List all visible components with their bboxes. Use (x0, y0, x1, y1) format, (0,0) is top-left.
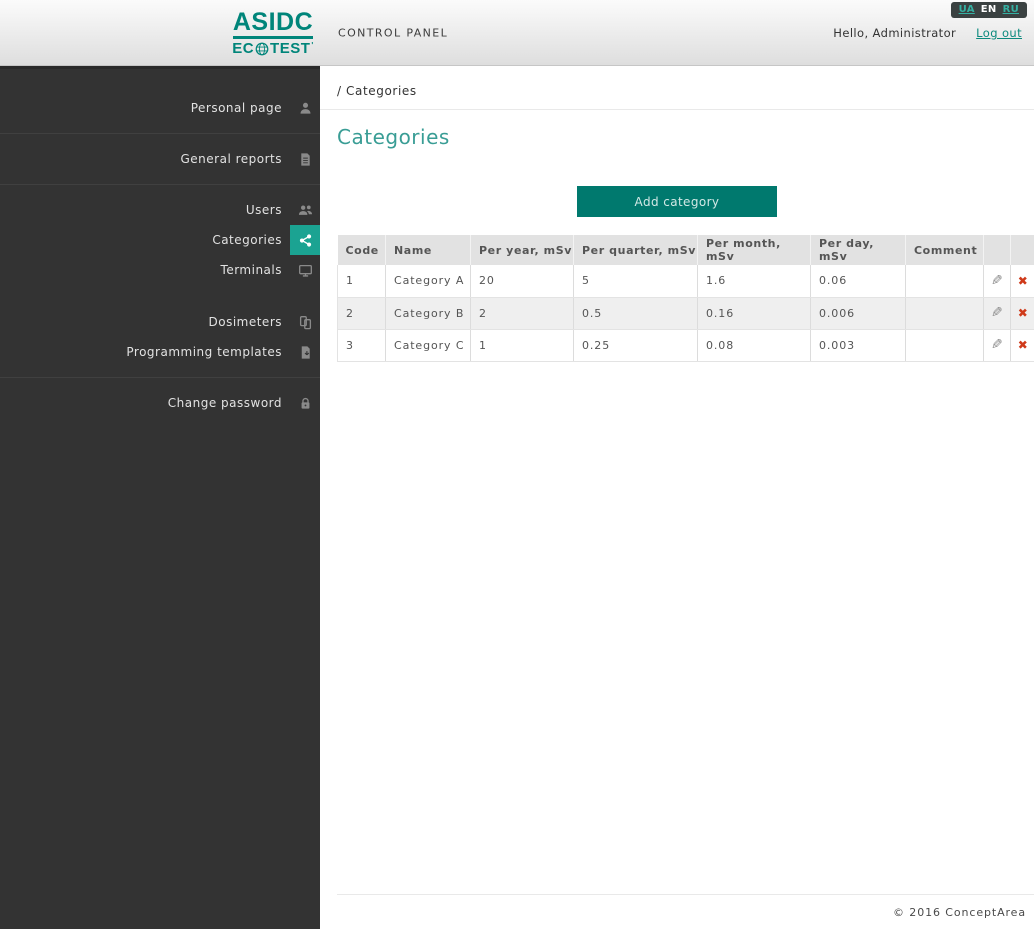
sidebar-item-categories[interactable]: Categories (0, 225, 320, 255)
cell-per-month: 1.6 (697, 265, 811, 298)
logout-link[interactable]: Log out (976, 26, 1022, 40)
col-header-comment: Comment (905, 235, 984, 265)
sidebar-divider (0, 184, 320, 185)
table-header-row: Code Name Per year, mSv Per quarter, mSv… (337, 235, 1034, 265)
sidebar-item-personal-page[interactable]: Personal page (0, 93, 320, 123)
control-panel-label: CONTROL PANEL (338, 26, 449, 39)
table-row: 3 Category C 1 0.25 0.08 0.003 ✎ ✖ (337, 329, 1034, 362)
table-row: 2 Category B 2 0.5 0.16 0.006 ✎ ✖ (337, 297, 1034, 330)
col-header-per-year: Per year, mSv (470, 235, 574, 265)
cell-code: 2 (337, 297, 386, 330)
col-header-per-quarter: Per quarter, mSv (573, 235, 698, 265)
cell-per-quarter: 0.5 (573, 297, 698, 330)
sidebar-item-terminals[interactable]: Terminals (0, 255, 320, 285)
cell-per-month: 0.16 (697, 297, 811, 330)
cell-name: Category B (385, 297, 471, 330)
sidebar-item-dosimeters[interactable]: Dosimeters (0, 307, 320, 337)
col-header-code: Code (337, 235, 386, 265)
cell-per-year: 1 (470, 329, 574, 362)
main-content: / Categories Categories Add category Cod… (320, 66, 1034, 929)
cell-name: Category A (385, 265, 471, 298)
cell-per-day: 0.003 (810, 329, 906, 362)
logo-trademark: ' (311, 41, 314, 50)
report-icon (300, 152, 310, 166)
cell-code: 3 (337, 329, 386, 362)
cell-name: Category C (385, 329, 471, 362)
col-header-name: Name (385, 235, 471, 265)
col-header-per-day: Per day, mSv (810, 235, 906, 265)
header: ASIDC EC TEST ' CONTROL PANEL Hello, Adm… (0, 0, 1034, 66)
cell-per-day: 0.06 (810, 265, 906, 298)
lang-ru[interactable]: RU (1003, 4, 1019, 15)
logo[interactable]: ASIDC EC TEST ' (228, 10, 318, 58)
sidebar-item-users[interactable]: Users (0, 195, 320, 225)
cell-per-quarter: 5 (573, 265, 698, 298)
sidebar: Personal page General reports Users Cate… (0, 66, 320, 929)
cell-per-month: 0.08 (697, 329, 811, 362)
sidebar-divider (0, 133, 320, 134)
add-category-button[interactable]: Add category (577, 186, 777, 217)
sidebar-divider (0, 377, 320, 378)
logo-text-top: ASIDC (232, 10, 314, 39)
edit-pencil-icon[interactable]: ✎ (991, 337, 1003, 353)
breadcrumb-row: / Categories (320, 66, 1034, 110)
globe-icon (255, 42, 269, 55)
col-header-edit (983, 235, 1011, 265)
share-icon (299, 233, 311, 247)
cell-per-year: 20 (470, 265, 574, 298)
table-row: 1 Category A 20 5 1.6 0.06 ✎ ✖ (337, 265, 1034, 298)
user-greeting: Hello, Administrator (833, 26, 957, 40)
edit-pencil-icon[interactable]: ✎ (991, 273, 1003, 289)
person-icon (300, 102, 310, 114)
sidebar-item-programming-templates[interactable]: Programming templates (0, 337, 320, 367)
categories-table: Code Name Per year, mSv Per quarter, mSv… (337, 235, 1034, 362)
copyright-text: © 2016 ConceptArea (893, 906, 1026, 919)
page-title: Categories (337, 125, 450, 149)
cell-comment (905, 265, 984, 298)
col-header-per-month: Per month, mSv (697, 235, 811, 265)
footer: © 2016 ConceptArea (337, 894, 1034, 929)
cell-per-year: 2 (470, 297, 574, 330)
logo-text-bottom: EC TEST ' (232, 40, 314, 57)
language-switcher: UA EN RU (950, 2, 1027, 18)
delete-x-icon[interactable]: ✖ (1018, 274, 1028, 288)
button-row: Add category (320, 186, 1034, 217)
template-icon (301, 345, 310, 359)
col-header-delete (1010, 235, 1034, 265)
cell-comment (905, 297, 984, 330)
sidebar-item-general-reports[interactable]: General reports (0, 144, 320, 174)
edit-pencil-icon[interactable]: ✎ (991, 305, 1003, 321)
delete-x-icon[interactable]: ✖ (1018, 338, 1028, 352)
cell-per-quarter: 0.25 (573, 329, 698, 362)
breadcrumb[interactable]: / Categories (337, 84, 417, 98)
cell-code: 1 (337, 265, 386, 298)
monitor-icon (298, 264, 312, 277)
categories-table-wrap: Code Name Per year, mSv Per quarter, mSv… (337, 235, 1034, 362)
lock-icon (301, 397, 309, 409)
sidebar-item-change-password[interactable]: Change password (0, 388, 320, 418)
page: ASIDC EC TEST ' CONTROL PANEL Hello, Adm… (0, 0, 1034, 929)
lang-ua[interactable]: UA (959, 4, 975, 15)
cell-per-day: 0.006 (810, 297, 906, 330)
cell-comment (905, 329, 984, 362)
users-icon (298, 204, 312, 215)
dosimeter-icon (299, 315, 311, 329)
delete-x-icon[interactable]: ✖ (1018, 306, 1028, 320)
lang-en: EN (980, 4, 997, 15)
